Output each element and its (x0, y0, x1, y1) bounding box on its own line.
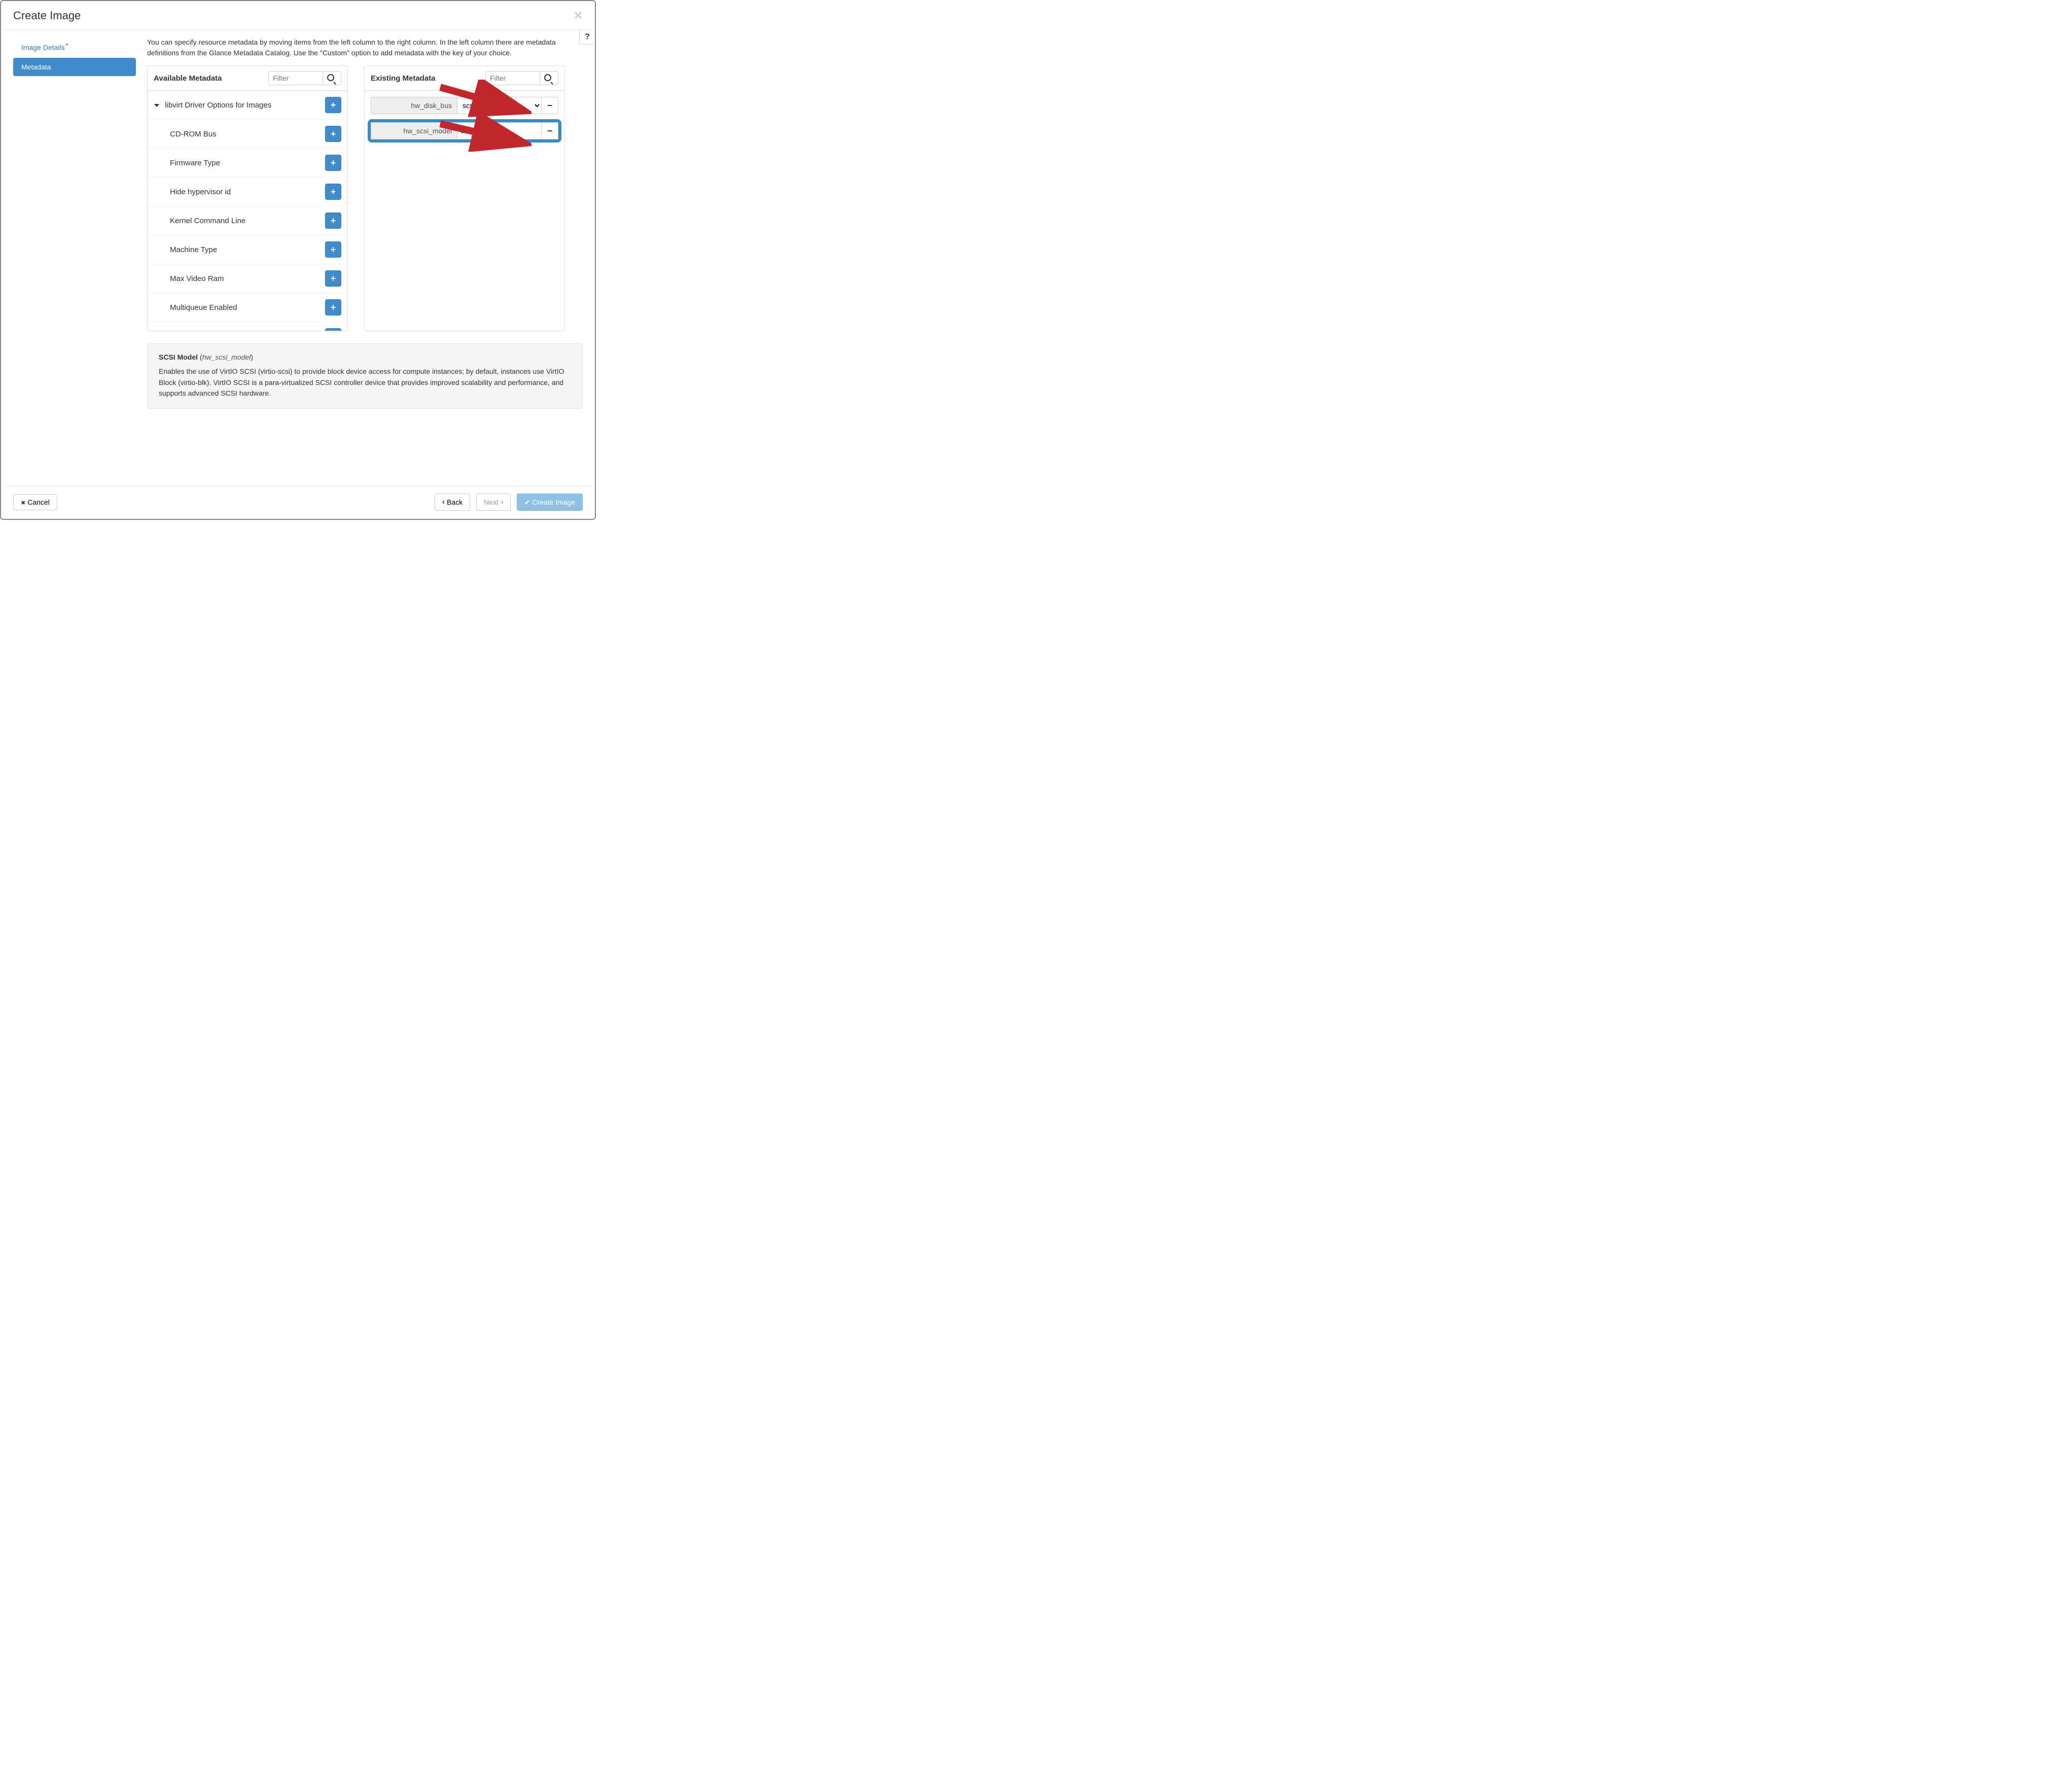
available-item: Multiqueue Enabled + (148, 293, 347, 322)
existing-key: hw_scsi_model (371, 122, 457, 139)
add-button[interactable]: + (325, 270, 341, 287)
available-item-label: Multiqueue Enabled (170, 303, 237, 312)
existing-key: hw_disk_bus (371, 97, 457, 114)
nav-label: Metadata (21, 63, 51, 71)
add-button[interactable]: + (325, 184, 341, 200)
modal-header: Create Image ✕ (2, 2, 594, 30)
existing-row-highlighted: hw_scsi_model − (371, 122, 558, 139)
search-icon (327, 74, 337, 83)
remove-button[interactable]: − (541, 122, 558, 139)
add-button[interactable]: + (325, 328, 341, 331)
available-item: Kernel Command Line + (148, 206, 347, 235)
cancel-button[interactable]: Cancel (13, 494, 57, 510)
nav-image-details[interactable]: Image Details* (13, 38, 136, 57)
existing-title: Existing Metadata (371, 74, 436, 83)
existing-value-select[interactable]: scsi (457, 97, 541, 114)
wizard-nav: Image Details* Metadata (2, 30, 144, 486)
available-filter-search-button[interactable] (323, 72, 341, 85)
chevron-left-icon (442, 498, 445, 507)
add-button[interactable]: + (325, 155, 341, 171)
next-button[interactable]: Next (476, 494, 511, 511)
existing-row: hw_disk_bus scsi − (371, 97, 558, 114)
existing-value-input[interactable] (457, 122, 541, 139)
x-icon (21, 498, 25, 506)
available-item: Hide hypervisor id + (148, 178, 347, 206)
search-icon (544, 74, 554, 83)
existing-filter-input[interactable] (486, 72, 540, 85)
chevron-down-icon (154, 101, 160, 110)
create-image-button[interactable]: Create Image (517, 494, 583, 511)
existing-filter-search-button[interactable] (540, 72, 558, 85)
available-list[interactable]: libvirt Driver Options for Images + CD-R… (148, 90, 347, 331)
back-button[interactable]: Back (435, 494, 470, 511)
available-item-label: Max Video Ram (170, 274, 224, 283)
existing-list: hw_disk_bus scsi − hw_scsi_model (365, 90, 564, 331)
available-item: Firmware Type + (148, 149, 347, 178)
add-button[interactable]: + (325, 299, 341, 315)
nav-label: Image Details (21, 44, 65, 52)
available-filter-input[interactable] (269, 72, 323, 85)
available-item-label: Kernel Command Line (170, 217, 245, 225)
chevron-right-icon (501, 498, 503, 507)
close-icon[interactable]: ✕ (574, 9, 583, 22)
description-key: hw_scsi_model (202, 353, 251, 361)
modal-title: Create Image (13, 9, 81, 22)
available-item-label: CD-ROM Bus (170, 130, 217, 138)
description-body: Enables the use of VirtIO SCSI (virtio-s… (159, 366, 571, 399)
metadata-group-heading[interactable]: libvirt Driver Options for Images + (148, 91, 347, 120)
add-button[interactable]: + (325, 213, 341, 229)
available-title: Available Metadata (154, 74, 222, 83)
add-button[interactable]: + (325, 241, 341, 258)
nav-metadata[interactable]: Metadata (13, 58, 136, 76)
existing-metadata-panel: Existing Metadata hw_disk_bus (364, 65, 565, 331)
group-label: libvirt Driver Options for Images (165, 101, 271, 110)
available-item-label: Firmware Type (170, 159, 220, 167)
add-all-button[interactable]: + (325, 97, 341, 113)
available-item: OS Type + (148, 322, 347, 331)
available-item: Machine Type + (148, 235, 347, 264)
available-item: Max Video Ram + (148, 264, 347, 293)
required-asterisk-icon: * (66, 43, 68, 49)
add-button[interactable]: + (325, 126, 341, 142)
available-item: CD-ROM Bus + (148, 120, 347, 149)
description-panel: SCSI Model (hw_scsi_model) Enables the u… (147, 343, 583, 409)
content-area: ? You can specify resource metadata by m… (144, 30, 594, 486)
remove-button[interactable]: − (541, 97, 558, 114)
available-item-label: Hide hypervisor id (170, 188, 231, 196)
available-metadata-panel: Available Metadata libvirt Driver Option… (147, 65, 348, 331)
description-title: SCSI Model (159, 353, 198, 361)
intro-text: You can specify resource metadata by mov… (147, 37, 563, 58)
available-item-label: Machine Type (170, 245, 217, 254)
help-icon[interactable]: ? (579, 30, 594, 45)
check-icon (524, 498, 530, 507)
